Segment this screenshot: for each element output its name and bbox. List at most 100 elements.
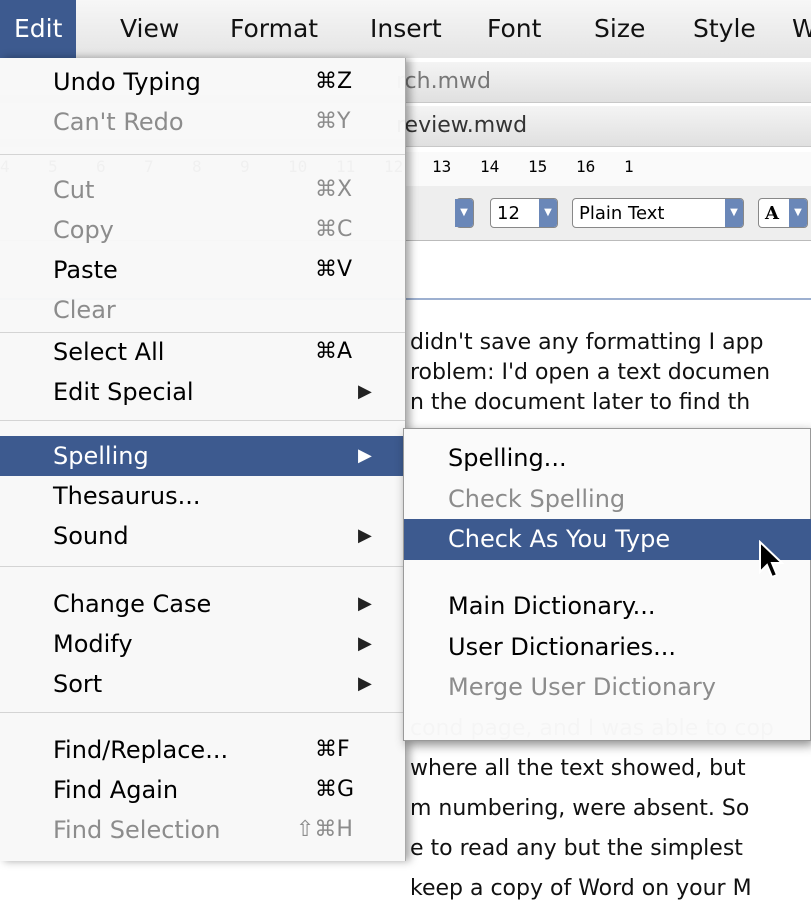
menu-bar: Edit View Format Insert Font Size Style … xyxy=(0,0,811,59)
menu-item-paste[interactable]: Paste ⌘V xyxy=(0,250,405,290)
menu-item-label: Spelling xyxy=(53,442,149,470)
body-line: keep a copy of Word on your M xyxy=(410,876,752,901)
menu-size[interactable]: Size xyxy=(594,0,645,58)
menu-item-label: Thesaurus... xyxy=(53,482,201,510)
submenu-item-spelling[interactable]: Spelling... xyxy=(404,438,811,479)
menu-item-label: Select All xyxy=(53,338,165,366)
triangle-right-icon: ▶ xyxy=(358,525,372,546)
menu-item-label: Sound xyxy=(53,522,129,550)
menu-item-undo-typing[interactable]: Undo Typing ⌘Z xyxy=(0,62,405,102)
shortcut-label: ⌘F xyxy=(315,737,350,762)
menu-item-select-all[interactable]: Select All ⌘A xyxy=(0,332,405,372)
menu-item-label: Find Again xyxy=(53,776,179,804)
menu-item-sound[interactable]: Sound ▶ xyxy=(0,516,405,556)
shortcut-label: ⌘X xyxy=(315,177,353,202)
shortcut-label: ⇧⌘H xyxy=(296,817,353,842)
shortcut-label: ⌘Z xyxy=(315,69,353,94)
submenu-item-label: Check As You Type xyxy=(448,525,671,553)
document-body[interactable]: didn't save any formatting I app roblem:… xyxy=(410,328,811,901)
menu-separator xyxy=(0,712,405,713)
menu-separator xyxy=(0,154,405,155)
shortcut-label: ⌘C xyxy=(315,217,353,242)
menu-item-label: Clear xyxy=(53,296,116,324)
menu-item-cant-redo[interactable]: Can't Redo ⌘Y xyxy=(0,102,405,142)
menu-format[interactable]: Format xyxy=(230,0,318,58)
ruler-mark: 16 xyxy=(576,157,596,176)
style-popup[interactable]: Plain Text ▼ xyxy=(572,198,744,228)
chevron-down-icon: ▼ xyxy=(789,199,807,227)
body-line: n the document later to find th xyxy=(410,390,751,415)
edit-menu: Undo Typing ⌘Z Can't Redo ⌘Y Cut ⌘X Copy… xyxy=(0,58,406,861)
menu-w-truncated[interactable]: W xyxy=(792,0,811,58)
menu-item-find-replace[interactable]: Find/Replace... ⌘F xyxy=(0,730,405,770)
menu-separator xyxy=(0,566,405,567)
window-title-back: rch.mwd xyxy=(396,69,491,94)
style-value: Plain Text xyxy=(579,203,665,224)
menu-view[interactable]: View xyxy=(120,0,179,58)
ruler-mark: 15 xyxy=(528,157,548,176)
triangle-right-icon: ▶ xyxy=(358,593,372,614)
ruler-mark: 13 xyxy=(432,157,452,176)
submenu-item-label: User Dictionaries... xyxy=(448,633,677,661)
menu-item-edit-special[interactable]: Edit Special ▶ xyxy=(0,372,405,412)
font-popup-arrow[interactable]: ▼ xyxy=(455,198,474,228)
menu-item-spelling[interactable]: Spelling ▶ xyxy=(0,436,405,476)
body-line: didn't save any formatting I app xyxy=(410,330,764,355)
submenu-item-main-dictionary[interactable]: Main Dictionary... xyxy=(404,586,811,627)
menu-item-label: Undo Typing xyxy=(53,68,201,96)
menu-item-label: Edit Special xyxy=(53,378,194,406)
body-line: e to read any but the simplest xyxy=(410,836,743,861)
menu-item-label: Cut xyxy=(53,176,95,204)
submenu-item-check-spelling[interactable]: Check Spelling xyxy=(404,479,811,520)
menu-item-label: Paste xyxy=(53,256,118,284)
triangle-right-icon: ▶ xyxy=(358,445,372,466)
menu-style[interactable]: Style xyxy=(693,0,756,58)
menu-item-copy[interactable]: Copy ⌘C xyxy=(0,210,405,250)
body-line: m numbering, were absent. So xyxy=(410,796,750,821)
submenu-item-user-dictionaries[interactable]: User Dictionaries... xyxy=(404,627,811,668)
window-title-front: review.mwd xyxy=(396,113,528,138)
menu-item-clear[interactable]: Clear xyxy=(0,290,405,330)
menu-insert[interactable]: Insert xyxy=(370,0,442,58)
arrow-pointer-icon xyxy=(759,540,784,579)
submenu-item-label: Check Spelling xyxy=(448,485,626,513)
submenu-item-label: Spelling... xyxy=(448,444,567,472)
menu-item-label: Find/Replace... xyxy=(53,736,229,764)
shortcut-label: ⌘A xyxy=(315,339,353,364)
menu-item-cut[interactable]: Cut ⌘X xyxy=(0,170,405,210)
submenu-item-merge-user-dictionary[interactable]: Merge User Dictionary xyxy=(404,667,811,708)
chevron-down-icon: ▼ xyxy=(725,199,743,227)
font-size-popup[interactable]: 12 ▼ xyxy=(490,198,558,228)
submenu-item-check-as-you-type[interactable]: Check As You Type xyxy=(404,519,811,560)
menu-item-modify[interactable]: Modify ▶ xyxy=(0,624,405,664)
menu-item-thesaurus[interactable]: Thesaurus... xyxy=(0,476,405,516)
menu-item-label: Modify xyxy=(53,630,133,658)
menu-separator xyxy=(0,420,405,421)
menu-item-label: Change Case xyxy=(53,590,212,618)
menu-item-label: Find Selection xyxy=(53,816,221,844)
chevron-down-icon: ▼ xyxy=(455,199,473,227)
menu-item-label: Can't Redo xyxy=(53,108,184,136)
spelling-submenu: Spelling... Check Spelling Check As You … xyxy=(403,428,811,741)
menu-edit[interactable]: Edit xyxy=(0,0,77,58)
chevron-down-icon: ▼ xyxy=(539,199,557,227)
font-size-value: 12 xyxy=(497,203,520,224)
menu-item-find-again[interactable]: Find Again ⌘G xyxy=(0,770,405,810)
ruler-mark: 1 xyxy=(624,157,634,176)
body-line: where all the text showed, but xyxy=(410,756,746,781)
submenu-item-label: Merge User Dictionary xyxy=(448,673,716,701)
submenu-item-label: Main Dictionary... xyxy=(448,592,656,620)
menu-item-sort[interactable]: Sort ▶ xyxy=(0,664,405,704)
shortcut-label: ⌘G xyxy=(315,777,355,802)
font-color-button[interactable]: A ▼ xyxy=(758,198,808,228)
menu-item-change-case[interactable]: Change Case ▶ xyxy=(0,584,405,624)
shortcut-label: ⌘Y xyxy=(315,109,351,134)
menu-item-label: Sort xyxy=(53,670,103,698)
triangle-right-icon: ▶ xyxy=(358,673,372,694)
body-line: roblem: I'd open a text documen xyxy=(410,360,771,385)
font-color-label: A xyxy=(765,203,779,224)
triangle-right-icon: ▶ xyxy=(358,381,372,402)
menu-font[interactable]: Font xyxy=(487,0,541,58)
menu-item-find-selection[interactable]: Find Selection ⇧⌘H xyxy=(0,810,405,850)
triangle-right-icon: ▶ xyxy=(358,633,372,654)
